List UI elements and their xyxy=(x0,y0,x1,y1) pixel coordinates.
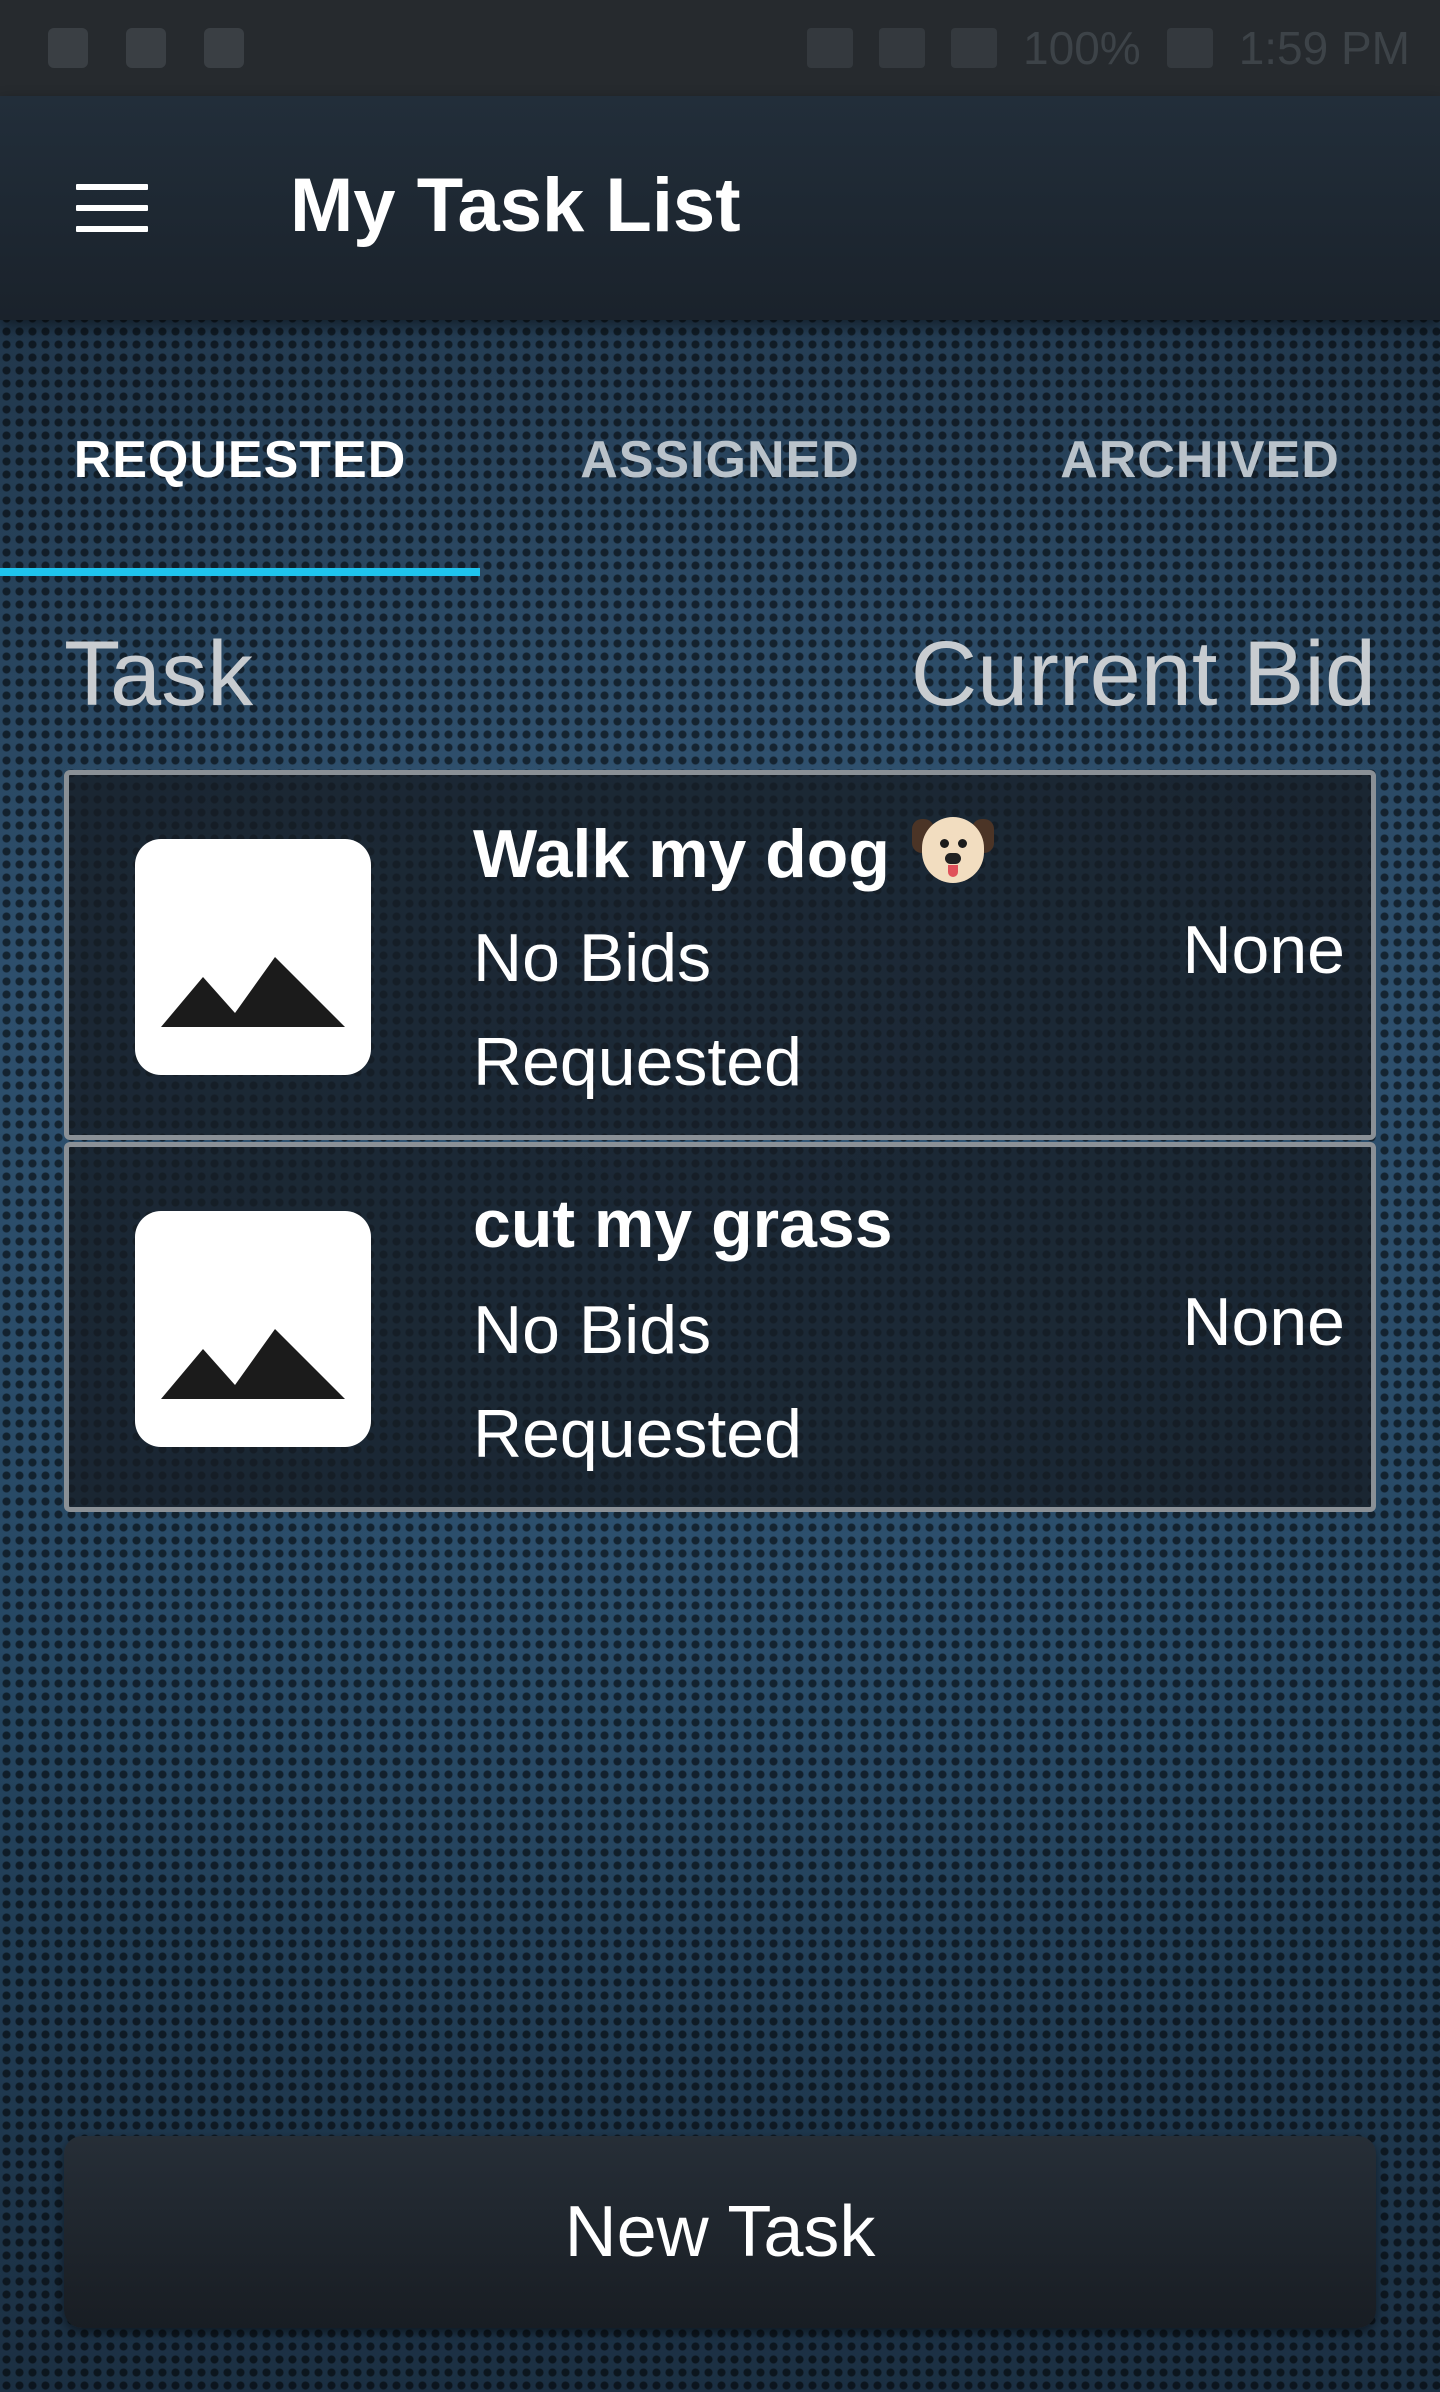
battery-level: 100% xyxy=(1023,22,1141,74)
calendar-icon xyxy=(48,28,88,68)
signal-icon xyxy=(951,28,998,68)
task-status: Requested xyxy=(473,1024,802,1100)
image-placeholder-icon xyxy=(135,1211,371,1447)
battery-icon xyxy=(1166,28,1213,68)
task-column-header: Task xyxy=(64,623,254,725)
task-title: Walk my dog xyxy=(473,816,890,892)
tab-archived[interactable]: ARCHIVED xyxy=(960,430,1440,490)
task-current-bid: None xyxy=(1182,912,1345,988)
wifi-icon xyxy=(879,28,926,68)
task-bids: No Bids xyxy=(473,1292,712,1368)
android-icon xyxy=(204,28,244,68)
tab-bar: REQUESTED ASSIGNED ARCHIVED xyxy=(0,400,1440,576)
new-task-button[interactable]: New Task xyxy=(64,2136,1376,2328)
dog-face-icon xyxy=(911,813,994,889)
app-screen: 100% 1:59 PM My Task List REQUESTED ASSI… xyxy=(0,0,1440,2392)
page-title: My Task List xyxy=(290,163,741,248)
task-current-bid: None xyxy=(1182,1284,1345,1360)
task-status: Requested xyxy=(473,1396,802,1472)
tab-requested[interactable]: REQUESTED xyxy=(0,430,480,490)
mute-icon xyxy=(807,28,854,68)
status-notification-icons xyxy=(48,28,244,68)
hamburger-menu-icon[interactable] xyxy=(76,184,148,232)
task-card[interactable]: cut my grass No Bids Requested None xyxy=(64,1142,1376,1512)
status-system-icons: 100% 1:59 PM xyxy=(807,21,1410,75)
task-title: cut my grass xyxy=(473,1186,893,1262)
task-card[interactable]: Walk my dog No Bids Requested None xyxy=(64,770,1376,1140)
status-bar: 100% 1:59 PM xyxy=(0,0,1440,96)
tab-assigned[interactable]: ASSIGNED xyxy=(480,430,960,490)
current-bid-column-header: Current Bid xyxy=(910,623,1376,725)
task-title-row: Walk my dog xyxy=(473,813,994,893)
tab-selected-indicator xyxy=(0,568,480,576)
status-time: 1:59 PM xyxy=(1238,22,1410,74)
task-bids: No Bids xyxy=(473,920,712,996)
app-bar: My Task List xyxy=(0,96,1440,320)
usb-icon xyxy=(126,28,166,68)
image-placeholder-icon xyxy=(135,839,371,1075)
